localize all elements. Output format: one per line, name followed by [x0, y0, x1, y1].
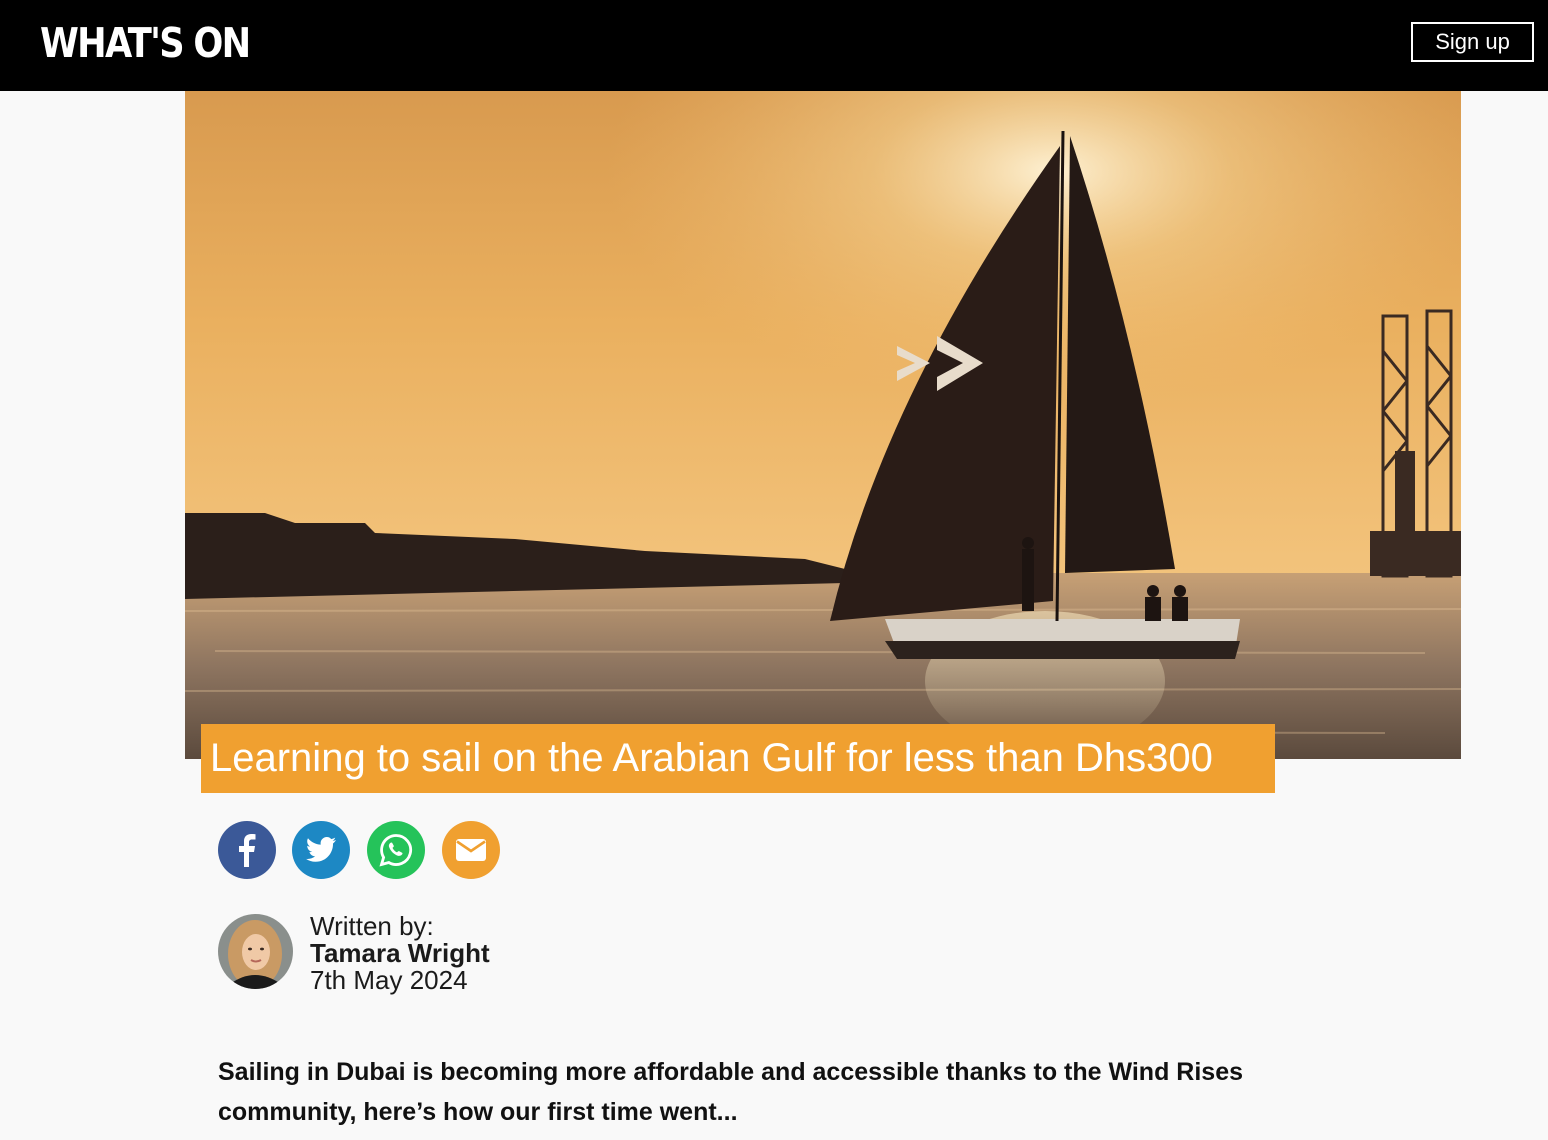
article-intro: Sailing in Dubai is becoming more afford… — [218, 1058, 1243, 1126]
site-header: WHAT'S ON Sign up — [0, 0, 1548, 91]
hero-image — [185, 91, 1461, 759]
email-share-button[interactable] — [442, 821, 500, 879]
author-avatar[interactable] — [218, 914, 293, 989]
sign-up-button[interactable]: Sign up — [1411, 22, 1534, 62]
email-icon — [456, 839, 486, 861]
publish-date: 7th May 2024 — [310, 965, 468, 995]
twitter-icon — [306, 837, 336, 862]
whatsapp-share-button[interactable] — [367, 821, 425, 879]
twitter-share-button[interactable] — [292, 821, 350, 879]
facebook-icon — [239, 834, 256, 867]
whatsapp-icon — [379, 834, 413, 867]
site-logo[interactable]: WHAT'S ON — [40, 16, 251, 70]
facebook-share-button[interactable] — [218, 821, 276, 879]
article-title: Learning to sail on the Arabian Gulf for… — [201, 724, 1275, 793]
